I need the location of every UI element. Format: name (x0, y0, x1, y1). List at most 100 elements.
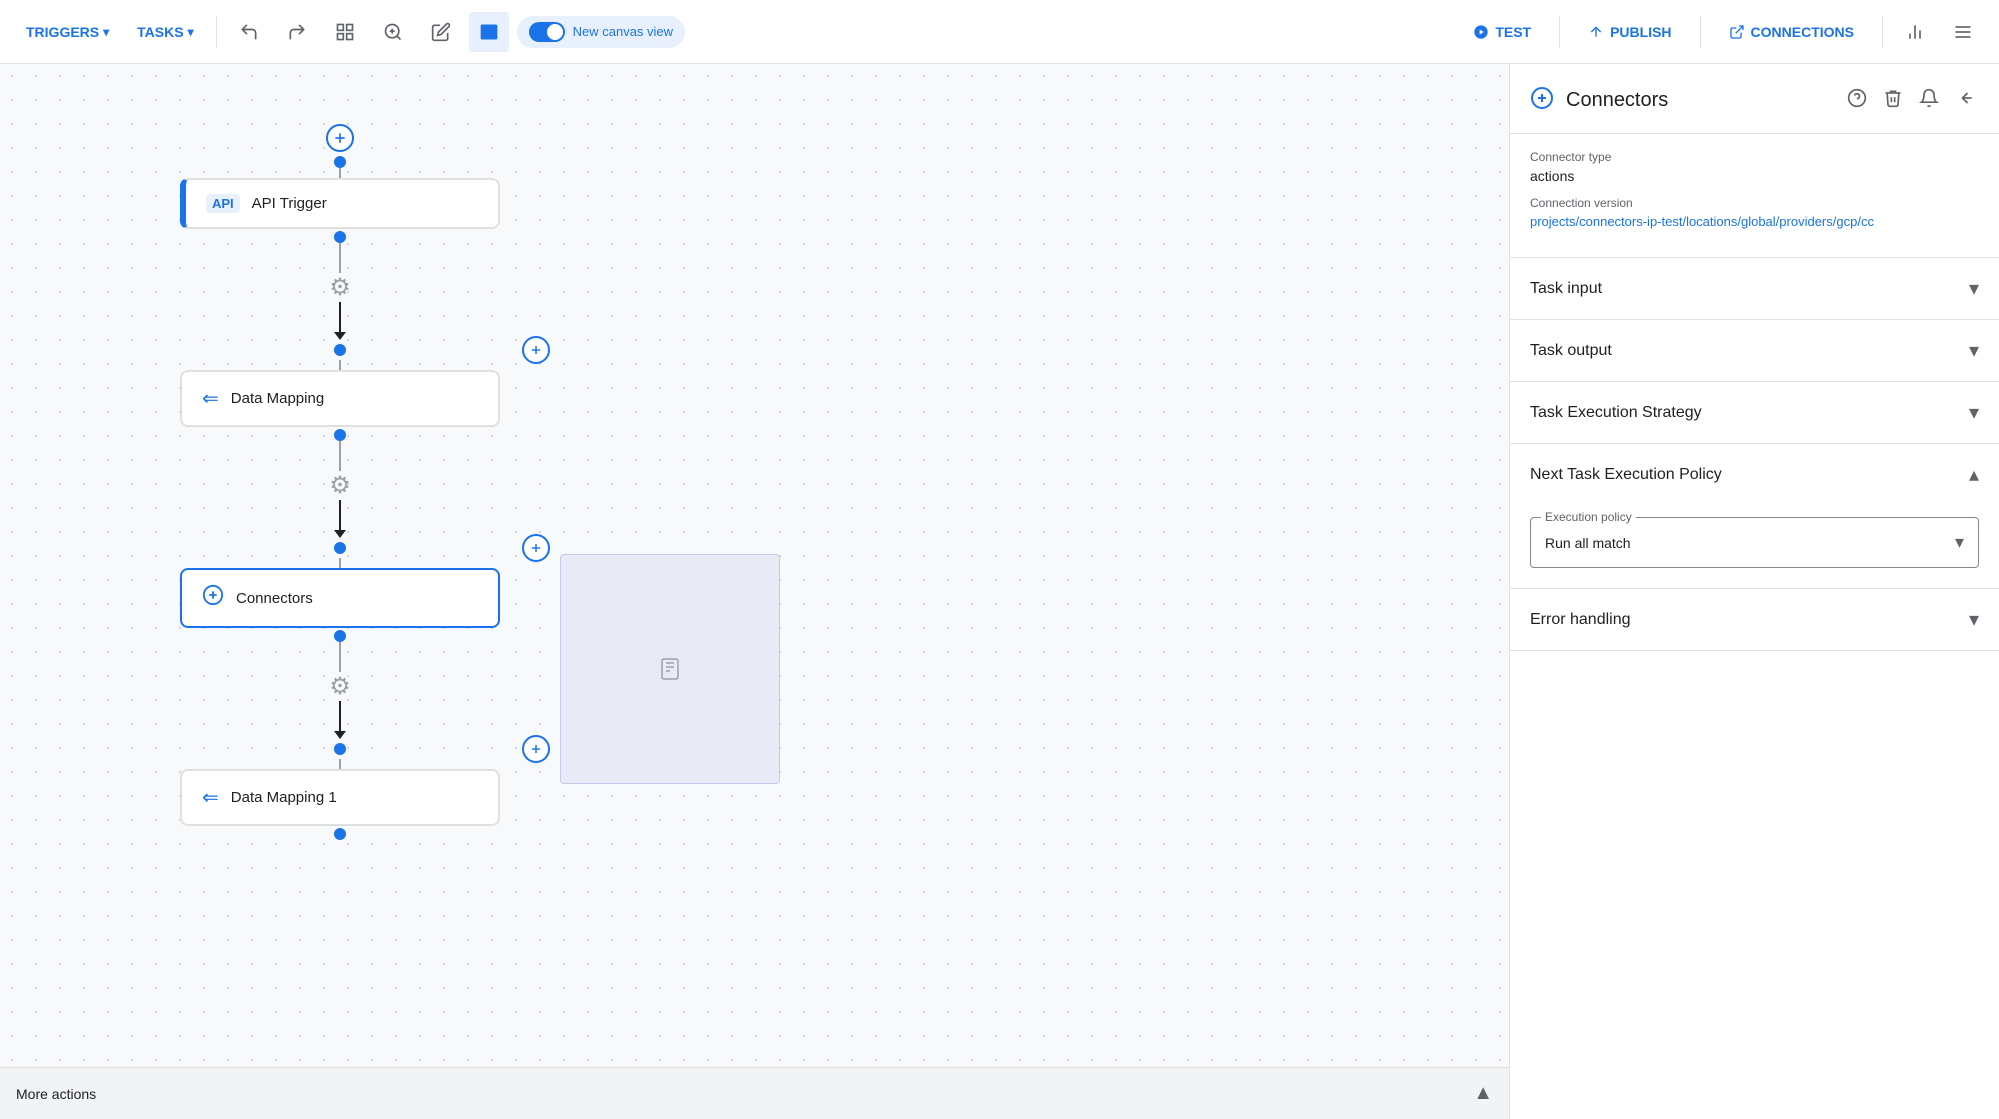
task-output-section: Task output (1510, 320, 1999, 382)
bell-icon[interactable] (1915, 84, 1943, 117)
add-node-2-button[interactable] (522, 336, 550, 364)
delete-icon[interactable] (1879, 84, 1907, 117)
connector-type-field: Connector type actions (1530, 150, 1979, 184)
triggers-button[interactable]: TRIGGERS ▾ (16, 18, 119, 46)
connector-dot-3 (334, 344, 346, 356)
publish-button[interactable]: PUBLISH (1572, 16, 1687, 48)
execution-policy-select[interactable]: Run all match ▾ (1531, 518, 1978, 567)
connector-dot-1 (334, 156, 346, 168)
next-task-execution-policy-chevron (1969, 462, 1979, 487)
connector-line-8 (339, 642, 341, 672)
separator-3 (1700, 16, 1701, 48)
triggers-chevron: ▾ (103, 25, 109, 39)
execution-policy-value: Run all match (1545, 535, 1631, 551)
task-input-chevron (1969, 276, 1979, 301)
connector-dot-6 (334, 630, 346, 642)
toolbar: TRIGGERS ▾ TASKS ▾ New canvas view TEST … (0, 0, 1999, 64)
connector-dot-5 (334, 542, 346, 554)
more-actions-label: More actions (16, 1086, 96, 1102)
arrow-1 (334, 332, 346, 340)
connections-button[interactable]: CONNECTIONS (1713, 16, 1870, 48)
connector-line-2 (339, 243, 341, 273)
task-execution-strategy-header[interactable]: Task Execution Strategy (1510, 382, 1999, 443)
undo-button[interactable] (229, 12, 269, 52)
error-handling-section: Error handling (1510, 589, 1999, 651)
gear-2[interactable]: ⚙ (329, 471, 351, 500)
right-panel: Connectors Connector type actio (1509, 64, 1999, 1119)
task-execution-strategy-section: Task Execution Strategy (1510, 382, 1999, 444)
note-card[interactable] (560, 554, 780, 784)
next-task-execution-policy-header[interactable]: Next Task Execution Policy (1510, 444, 1999, 505)
connection-version-field: Connection version projects/connectors-i… (1530, 196, 1979, 229)
add-node-4-button[interactable] (522, 735, 550, 763)
api-icon: API (206, 194, 240, 213)
menu-button[interactable] (1943, 12, 1983, 52)
connector-dot-2 (334, 231, 346, 243)
error-handling-title: Error handling (1530, 611, 1631, 629)
add-node-3-button[interactable] (522, 534, 550, 562)
connectors-icon (202, 584, 224, 612)
task-input-title: Task input (1530, 280, 1602, 298)
tasks-button[interactable]: TASKS ▾ (127, 18, 203, 46)
redo-button[interactable] (277, 12, 317, 52)
error-handling-chevron (1969, 607, 1979, 632)
layout-button[interactable] (325, 12, 365, 52)
task-output-header[interactable]: Task output (1510, 320, 1999, 381)
help-icon[interactable] (1843, 84, 1871, 117)
data-mapping-node[interactable]: ⇐ Data Mapping (180, 370, 500, 427)
connector-line-7 (339, 558, 341, 568)
separator-2 (1559, 16, 1560, 48)
analytics-button[interactable] (1895, 12, 1935, 52)
connector-type-value: actions (1530, 168, 1979, 184)
gear-3[interactable]: ⚙ (329, 672, 351, 701)
panel-actions (1843, 84, 1979, 117)
select-arrow-icon: ▾ (1955, 532, 1964, 553)
task-output-chevron (1969, 338, 1979, 363)
connector-line-9 (339, 701, 341, 731)
connection-version-value: projects/connectors-ip-test/locations/gl… (1530, 214, 1979, 229)
connector-dot-7 (334, 743, 346, 755)
connector-dot-4 (334, 429, 346, 441)
panel-title-icon (1530, 86, 1554, 116)
task-execution-strategy-title: Task Execution Strategy (1530, 404, 1702, 422)
add-node-top-button[interactable] (326, 124, 354, 152)
connector-type-label: Connector type (1530, 150, 1979, 164)
error-handling-header[interactable]: Error handling (1510, 589, 1999, 650)
data-mapping-1-label: Data Mapping 1 (231, 789, 337, 806)
zoom-button[interactable] (373, 12, 413, 52)
connector-line-10 (339, 759, 341, 769)
edit-button[interactable] (421, 12, 461, 52)
arrow-3 (334, 731, 346, 739)
canvas[interactable]: API API Trigger ⚙ (0, 64, 1509, 1119)
toggle-label: New canvas view (573, 24, 673, 39)
connector-line-4 (339, 360, 341, 370)
next-task-execution-policy-content: Execution policy Run all match ▾ (1510, 505, 1999, 588)
connector-line-5 (339, 441, 341, 471)
execution-policy-label: Execution policy (1541, 510, 1636, 524)
tasks-chevron: ▾ (188, 25, 194, 39)
connector-line-1 (339, 168, 341, 178)
more-actions-chevron[interactable]: ▲ (1473, 1082, 1493, 1105)
test-label: TEST (1495, 24, 1531, 40)
panel-title: Connectors (1566, 89, 1831, 112)
view-button[interactable] (469, 12, 509, 52)
toggle-switch-icon (529, 22, 565, 42)
connector-line-3 (339, 302, 341, 332)
execution-policy-field: Execution policy Run all match ▾ (1530, 517, 1979, 568)
tasks-label: TASKS (137, 24, 183, 40)
connector-dot-8 (334, 828, 346, 840)
data-mapping-1-node[interactable]: ⇐ Data Mapping 1 (180, 769, 500, 826)
collapse-icon[interactable] (1951, 84, 1979, 117)
new-canvas-toggle[interactable]: New canvas view (517, 16, 685, 48)
data-mapping-label: Data Mapping (231, 390, 324, 407)
test-button[interactable]: TEST (1457, 16, 1547, 48)
next-task-execution-policy-title: Next Task Execution Policy (1530, 466, 1722, 484)
api-trigger-node[interactable]: API API Trigger (180, 178, 500, 229)
task-execution-strategy-chevron (1969, 400, 1979, 425)
connectors-node[interactable]: Connectors (180, 568, 500, 628)
task-input-section: Task input (1510, 258, 1999, 320)
more-actions-bar[interactable]: More actions ▲ (0, 1067, 1509, 1119)
gear-1[interactable]: ⚙ (329, 273, 351, 302)
task-input-header[interactable]: Task input (1510, 258, 1999, 319)
main-layout: API API Trigger ⚙ (0, 64, 1999, 1119)
